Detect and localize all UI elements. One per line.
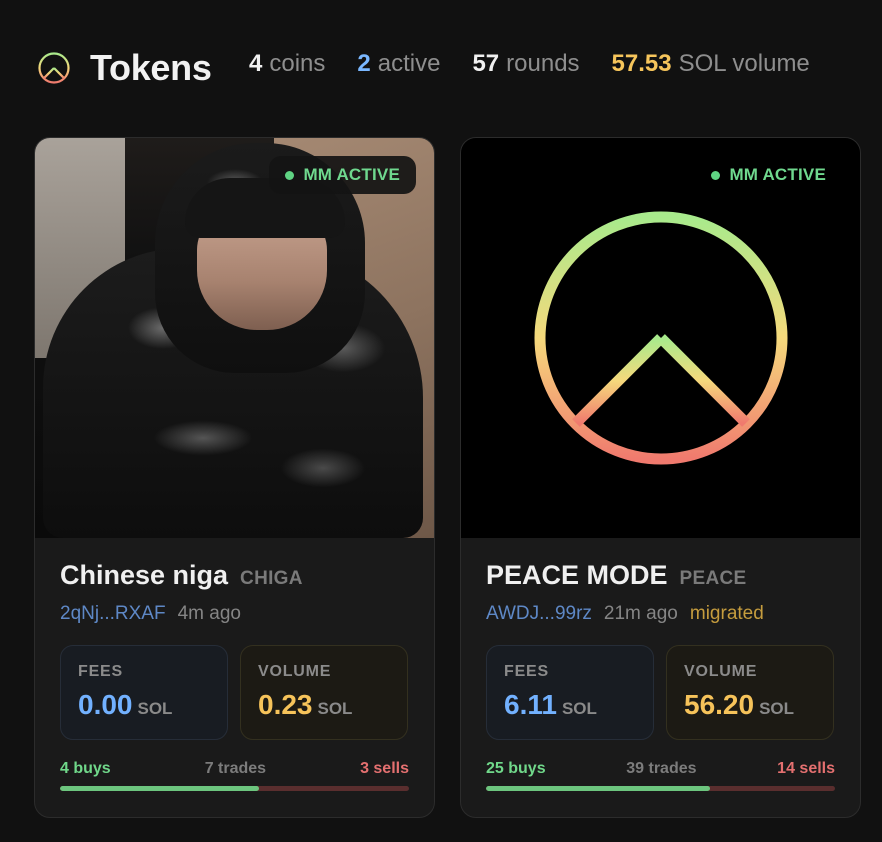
volume-box: VOLUME 0.23 SOL: [240, 645, 408, 740]
fees-label: FEES: [78, 663, 123, 680]
fees-value: 6.11: [504, 689, 557, 720]
token-age: 21m ago: [603, 603, 678, 624]
stat-active: 2 active: [357, 50, 440, 78]
stat-coins: 4 coins: [249, 50, 325, 78]
token-age: 4m ago: [177, 603, 241, 624]
sells-count: 3 sells: [360, 760, 409, 777]
buy-sell-bar: [486, 786, 835, 791]
buy-ratio-fill: [60, 786, 260, 791]
token-name-row: PEACE MODE PEACE: [486, 560, 835, 591]
token-meta: 2qNj...RXAF 4m ago: [60, 603, 409, 625]
page-title: Tokens: [90, 47, 212, 88]
token-card-body: PEACE MODE PEACE AWDJ...99rz 21m ago mig…: [486, 538, 835, 791]
migrated-status: migrated: [689, 603, 764, 624]
stat-coins-label: coins: [269, 50, 326, 77]
fees-value: 0.00: [78, 689, 133, 720]
buys-count: 25 buys: [486, 760, 546, 777]
fees-box: FEES 6.11 SOL: [486, 645, 654, 740]
trades-row: 25 buys 39 trades 14 sells: [486, 760, 835, 778]
volume-value: 0.23: [258, 689, 313, 720]
token-symbol: PEACE: [679, 568, 747, 589]
token-symbol: CHIGA: [240, 568, 303, 589]
stat-active-label: active: [377, 50, 441, 77]
trades-count: 7 trades: [204, 760, 267, 777]
stat-volume: 57.53 SOL volume: [612, 50, 810, 78]
token-card-body: Chinese niga CHIGA 2qNj...RXAF 4m ago FE…: [60, 538, 409, 791]
mm-active-badge: MM ACTIVE: [695, 156, 842, 194]
token-name-row: Chinese niga CHIGA: [60, 560, 409, 591]
token-address-link[interactable]: AWDJ...99rz: [486, 603, 592, 625]
token-image: MM ACTIVE: [35, 138, 434, 538]
badge-label: MM ACTIVE: [303, 165, 400, 184]
token-address-link[interactable]: 2qNj...RXAF: [60, 603, 166, 625]
buy-ratio-fill: [486, 786, 710, 791]
token-name: PEACE MODE: [486, 560, 668, 590]
fees-unit: SOL: [561, 699, 597, 718]
token-image: MM ACTIVE: [461, 138, 860, 538]
peace-icon: [38, 52, 70, 84]
volume-value: 56.20: [684, 689, 755, 720]
stat-rounds-value: 57: [472, 50, 500, 77]
volume-box: VOLUME 56.20 SOL: [666, 645, 834, 740]
page-header: Tokens: [37, 46, 212, 90]
token-photo: [35, 138, 434, 538]
mm-active-badge: MM ACTIVE: [269, 156, 416, 194]
stat-active-value: 2: [357, 50, 371, 77]
trades-row: 4 buys 7 trades 3 sells: [60, 760, 409, 778]
fees-box: FEES 0.00 SOL: [60, 645, 228, 740]
buys-count: 4 buys: [60, 760, 111, 777]
stat-rounds-label: rounds: [506, 50, 580, 77]
trades-count: 39 trades: [626, 760, 697, 777]
header-stats: 4 coins 2 active 57 rounds 57.53 SOL vol…: [249, 50, 810, 86]
sells-count: 14 sells: [777, 760, 835, 777]
stat-volume-value: 57.53: [611, 50, 672, 77]
fees-unit: SOL: [137, 699, 173, 718]
stat-rounds: 57 rounds: [472, 50, 579, 78]
stat-coins-value: 4: [249, 50, 263, 77]
token-metrics: FEES 6.11 SOL VOLUME 56.20 SOL: [486, 645, 835, 740]
volume-unit: SOL: [317, 699, 353, 718]
token-logo-background: [461, 138, 860, 538]
token-name: Chinese niga: [60, 560, 229, 590]
volume-label: VOLUME: [258, 663, 332, 680]
status-dot-icon: [711, 170, 721, 180]
peace-icon: [534, 211, 787, 465]
status-dot-icon: [285, 170, 295, 180]
volume-unit: SOL: [759, 699, 795, 718]
buy-sell-bar: [60, 786, 409, 791]
fees-label: FEES: [504, 663, 549, 680]
token-meta: AWDJ...99rz 21m ago migrated: [486, 603, 835, 625]
stat-volume-label: SOL volume: [678, 50, 810, 77]
token-card[interactable]: MM ACTIVE Chinese niga CHIGA 2qNj...RXAF…: [34, 137, 435, 818]
token-metrics: FEES 0.00 SOL VOLUME 0.23 SOL: [60, 645, 409, 740]
badge-label: MM ACTIVE: [729, 165, 826, 184]
token-card[interactable]: MM ACTIVE PEACE MODE PEACE AWDJ...99rz 2…: [460, 137, 861, 818]
volume-label: VOLUME: [684, 663, 758, 680]
